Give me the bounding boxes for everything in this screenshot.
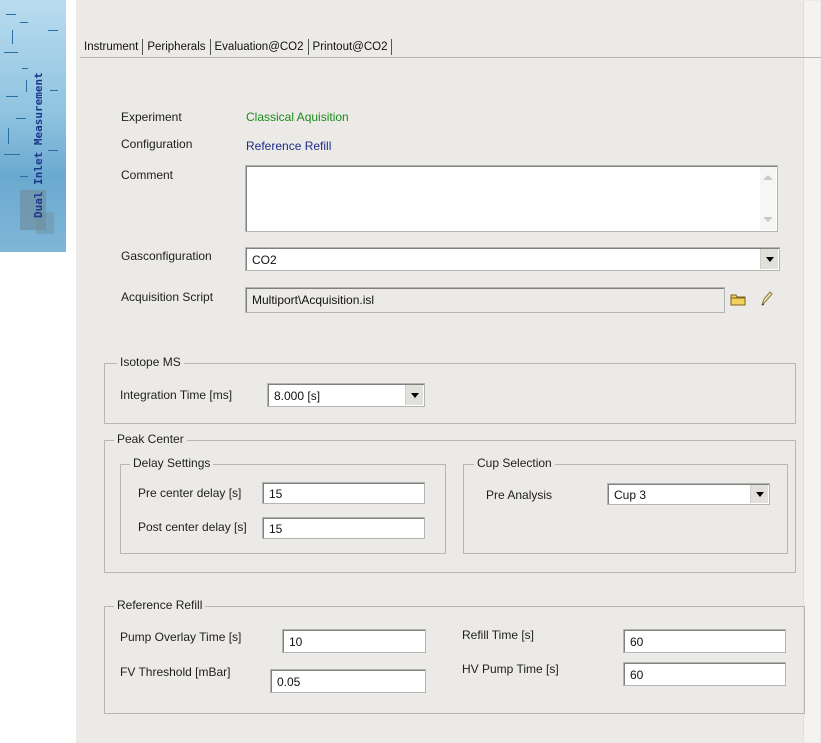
acquisition-script-field[interactable]: Multiport\Acquisition.isl (245, 287, 725, 313)
tab-bar: Instrument Peripherals Evaluation@CO2 Pr… (80, 36, 393, 58)
scroll-down-icon[interactable] (763, 217, 773, 222)
post-center-delay-label: Post center delay [s] (138, 520, 247, 534)
folder-icon[interactable] (730, 292, 746, 306)
tab-printout[interactable]: Printout@CO2 (309, 38, 392, 56)
pre-center-delay-label: Pre center delay [s] (138, 486, 242, 500)
fv-threshold-label: FV Threshold [mBar] (120, 665, 231, 679)
pre-analysis-label: Pre Analysis (486, 488, 553, 502)
experiment-value: Classical Aquisition (246, 110, 349, 124)
cup-selection-title: Cup Selection (474, 456, 555, 470)
pre-center-delay-value: 15 (269, 487, 283, 501)
comment-label: Comment (121, 168, 174, 182)
integration-time-select[interactable]: 8.000 [s] (267, 383, 425, 407)
delay-settings-group (120, 464, 446, 554)
integration-time-dropdown-button[interactable] (405, 385, 423, 405)
integration-time-value: 8.000 [s] (274, 389, 321, 403)
comment-scrollbar[interactable] (760, 167, 776, 230)
tab-evaluation[interactable]: Evaluation@CO2 (211, 38, 308, 56)
pump-overlay-time-value: 10 (289, 635, 303, 649)
refill-time-label: Refill Time [s] (462, 628, 535, 642)
hv-pump-time-input[interactable]: 60 (623, 662, 786, 686)
acquisition-script-value: Multiport\Acquisition.isl (252, 293, 375, 307)
peak-center-title: Peak Center (114, 432, 187, 446)
configuration-label: Configuration (121, 137, 193, 151)
hv-pump-time-label: HV Pump Time [s] (462, 662, 559, 676)
fv-threshold-input[interactable]: 0.05 (270, 669, 426, 693)
post-center-delay-input[interactable]: 15 (262, 517, 425, 539)
chevron-down-icon (765, 256, 774, 262)
fv-threshold-value: 0.05 (277, 675, 301, 689)
pre-analysis-dropdown-button[interactable] (750, 485, 768, 503)
comment-textarea[interactable] (245, 165, 778, 232)
chevron-down-icon (410, 392, 419, 398)
reference-refill-title: Reference Refill (114, 598, 206, 612)
vertical-scrollbar[interactable] (803, 1, 820, 742)
pre-center-delay-input[interactable]: 15 (262, 482, 425, 504)
gasconfiguration-label: Gasconfiguration (121, 249, 212, 263)
integration-time-label: Integration Time [ms] (120, 388, 233, 402)
experiment-label: Experiment (121, 110, 182, 124)
pencil-icon[interactable] (758, 290, 774, 308)
scroll-up-icon[interactable] (763, 175, 773, 180)
gasconfiguration-select[interactable]: CO2 (245, 247, 780, 271)
reference-refill-group (104, 606, 805, 714)
tab-divider (80, 57, 821, 58)
pre-analysis-value: Cup 3 (614, 488, 647, 502)
pump-overlay-time-label: Pump Overlay Time [s] (120, 630, 242, 644)
refill-time-value: 60 (630, 635, 644, 649)
acquisition-script-label: Acquisition Script (121, 290, 214, 304)
hv-pump-time-value: 60 (630, 668, 644, 682)
tab-peripherals[interactable]: Peripherals (143, 38, 209, 56)
gasconfiguration-value: CO2 (252, 253, 277, 267)
gasconfiguration-dropdown-button[interactable] (760, 249, 778, 269)
configuration-value: Reference Refill (246, 139, 332, 153)
cup-selection-group (463, 464, 788, 554)
refill-time-input[interactable]: 60 (623, 629, 786, 653)
delay-settings-title: Delay Settings (130, 456, 214, 470)
pre-analysis-select[interactable]: Cup 3 (607, 483, 770, 505)
measurement-banner: Dual Inlet Measurement (0, 0, 66, 252)
post-center-delay-value: 15 (269, 522, 283, 536)
tab-instrument[interactable]: Instrument (80, 38, 142, 56)
chevron-down-icon (755, 491, 764, 497)
isotope-ms-title: Isotope MS (117, 355, 184, 369)
pump-overlay-time-input[interactable]: 10 (282, 629, 426, 653)
banner-title: Dual Inlet Measurement (32, 72, 45, 218)
